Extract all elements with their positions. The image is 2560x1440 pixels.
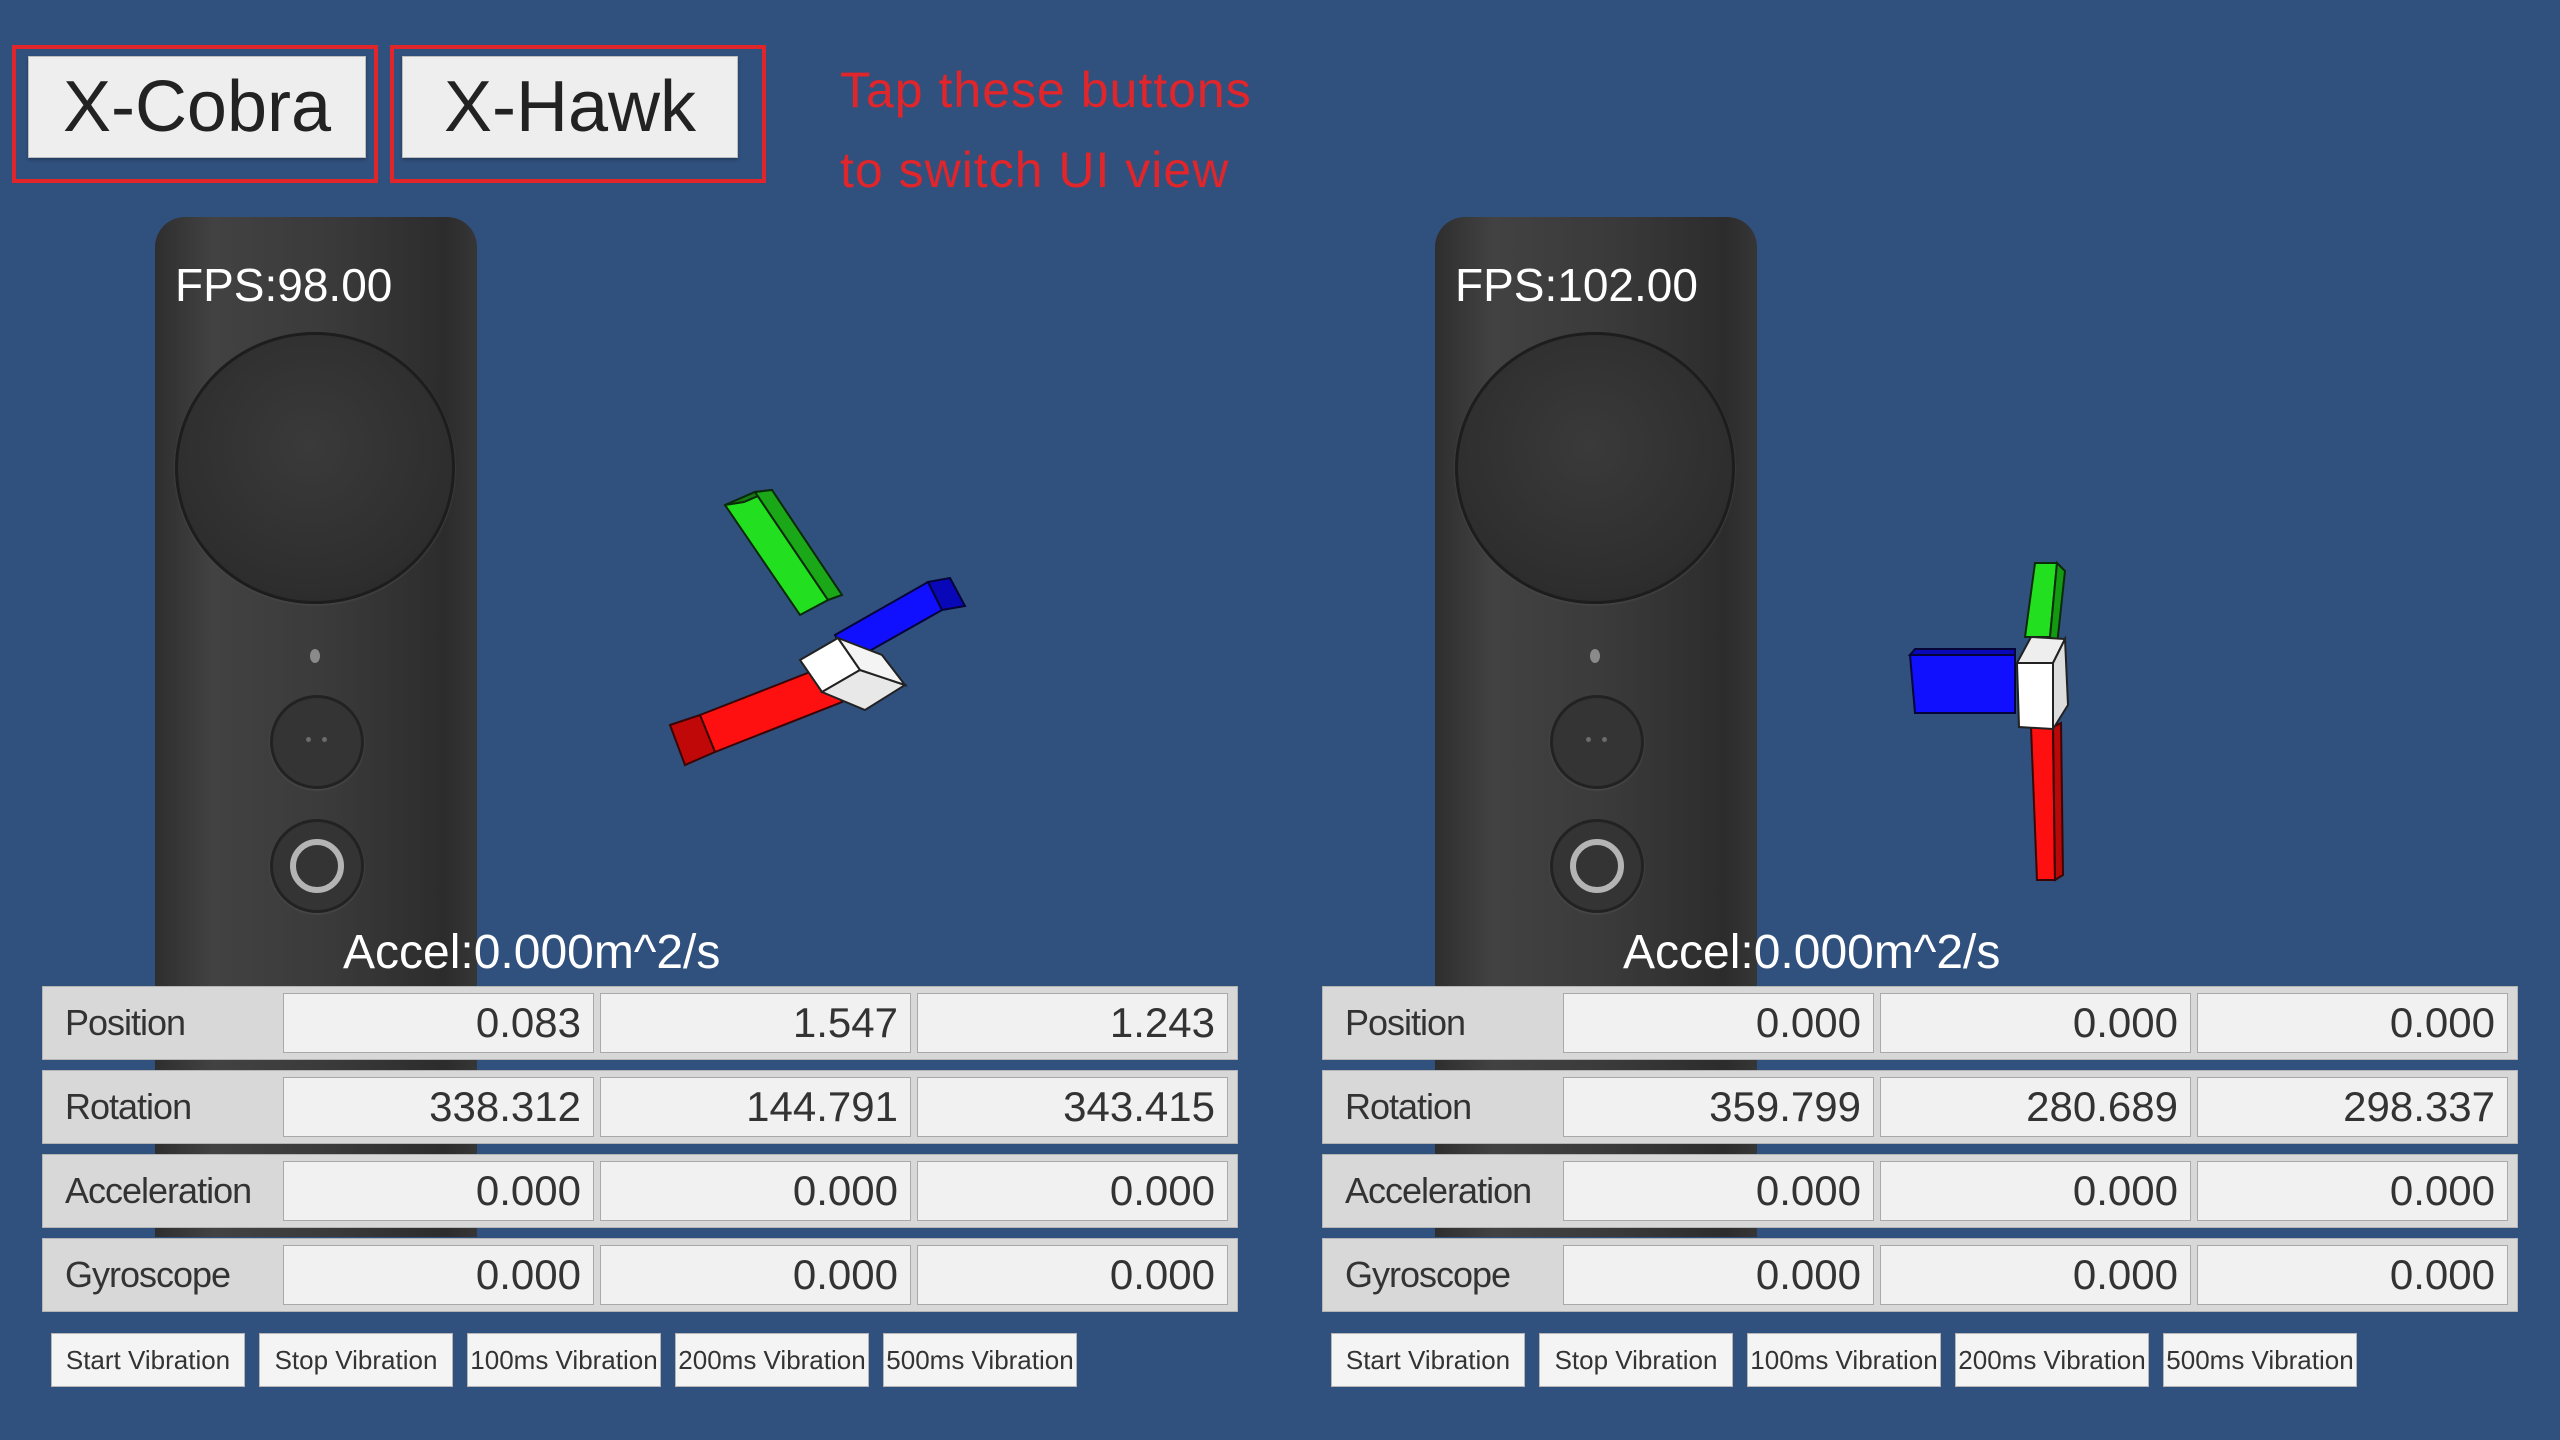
start-vibration-button[interactable]: Start Vibration (1331, 1333, 1525, 1387)
position-x-value: 0.083 (283, 993, 594, 1053)
rotation-z-value: 298.337 (2197, 1077, 2508, 1137)
gyroscope-x-value: 0.000 (1563, 1245, 1874, 1305)
row-label: Rotation (1345, 1086, 1472, 1127)
axis-gizmo-icon (668, 488, 967, 767)
row-label: Acceleration (65, 1170, 252, 1211)
position-x-value: 0.000 (1563, 993, 1874, 1053)
stop-vibration-button[interactable]: Stop Vibration (259, 1333, 453, 1387)
vibration-500ms-button[interactable]: 500ms Vibration (883, 1333, 1077, 1387)
acceleration-z-value: 0.000 (2197, 1161, 2508, 1221)
row-label: Gyroscope (65, 1254, 231, 1295)
acceleration-readout: Accel:0.000m^2/s (343, 926, 721, 979)
gyroscope-row: Gyroscope 0.000 0.000 0.000 (42, 1238, 1238, 1312)
rotation-row: Rotation 338.312 144.791 343.415 (42, 1070, 1238, 1144)
acceleration-x-value: 0.000 (1563, 1161, 1874, 1221)
position-y-value: 0.000 (1880, 993, 2191, 1053)
fps-readout: FPS:98.00 (175, 259, 393, 311)
position-y-value: 1.547 (600, 993, 911, 1053)
row-label: Rotation (65, 1086, 192, 1127)
controller-touchpad-icon (175, 332, 455, 604)
vibration-200ms-button[interactable]: 200ms Vibration (675, 1333, 869, 1387)
axis-gizmo-icon (1907, 560, 2070, 882)
acceleration-row: Acceleration 0.000 0.000 0.000 (1322, 1154, 2518, 1228)
controller-app-button-icon (1550, 695, 1644, 789)
start-vibration-button[interactable]: Start Vibration (51, 1333, 245, 1387)
controller-led-icon (310, 649, 320, 663)
vibration-100ms-button[interactable]: 100ms Vibration (1747, 1333, 1941, 1387)
row-label: Acceleration (1345, 1170, 1532, 1211)
stop-vibration-button[interactable]: Stop Vibration (1539, 1333, 1733, 1387)
vibration-100ms-button[interactable]: 100ms Vibration (467, 1333, 661, 1387)
rotation-x-value: 338.312 (283, 1077, 594, 1137)
controller-touchpad-icon (1455, 332, 1735, 604)
row-label: Gyroscope (1345, 1254, 1511, 1295)
acceleration-readout: Accel:0.000m^2/s (1623, 926, 2001, 979)
gyroscope-z-value: 0.000 (2197, 1245, 2508, 1305)
controller-home-button-icon (1550, 819, 1644, 913)
controller-panel-right: FPS:102.00 Accel:0.000m^2/s Position 0.0… (1280, 0, 2520, 1440)
gyroscope-y-value: 0.000 (600, 1245, 911, 1305)
rotation-row: Rotation 359.799 280.689 298.337 (1322, 1070, 2518, 1144)
position-z-value: 1.243 (917, 993, 1228, 1053)
acceleration-y-value: 0.000 (1880, 1161, 2191, 1221)
vibration-200ms-button[interactable]: 200ms Vibration (1955, 1333, 2149, 1387)
rotation-z-value: 343.415 (917, 1077, 1228, 1137)
controller-app-button-icon (270, 695, 364, 789)
row-label: Position (1345, 1002, 1466, 1043)
vibration-500ms-button[interactable]: 500ms Vibration (2163, 1333, 2357, 1387)
gyroscope-x-value: 0.000 (283, 1245, 594, 1305)
position-z-value: 0.000 (2197, 993, 2508, 1053)
gyroscope-z-value: 0.000 (917, 1245, 1228, 1305)
controller-home-button-icon (270, 819, 364, 913)
rotation-x-value: 359.799 (1563, 1077, 1874, 1137)
acceleration-row: Acceleration 0.000 0.000 0.000 (42, 1154, 1238, 1228)
gyroscope-y-value: 0.000 (1880, 1245, 2191, 1305)
rotation-y-value: 144.791 (600, 1077, 911, 1137)
acceleration-y-value: 0.000 (600, 1161, 911, 1221)
acceleration-x-value: 0.000 (283, 1161, 594, 1221)
controller-led-icon (1590, 649, 1600, 663)
controller-panel-left: FPS:98.00 Accel:0.000m^2/s Position 0.08… (0, 0, 1240, 1440)
position-row: Position 0.000 0.000 0.000 (1322, 986, 2518, 1060)
row-label: Position (65, 1002, 186, 1043)
rotation-y-value: 280.689 (1880, 1077, 2191, 1137)
acceleration-z-value: 0.000 (917, 1161, 1228, 1221)
fps-readout: FPS:102.00 (1455, 259, 1698, 311)
gyroscope-row: Gyroscope 0.000 0.000 0.000 (1322, 1238, 2518, 1312)
position-row: Position 0.083 1.547 1.243 (42, 986, 1238, 1060)
